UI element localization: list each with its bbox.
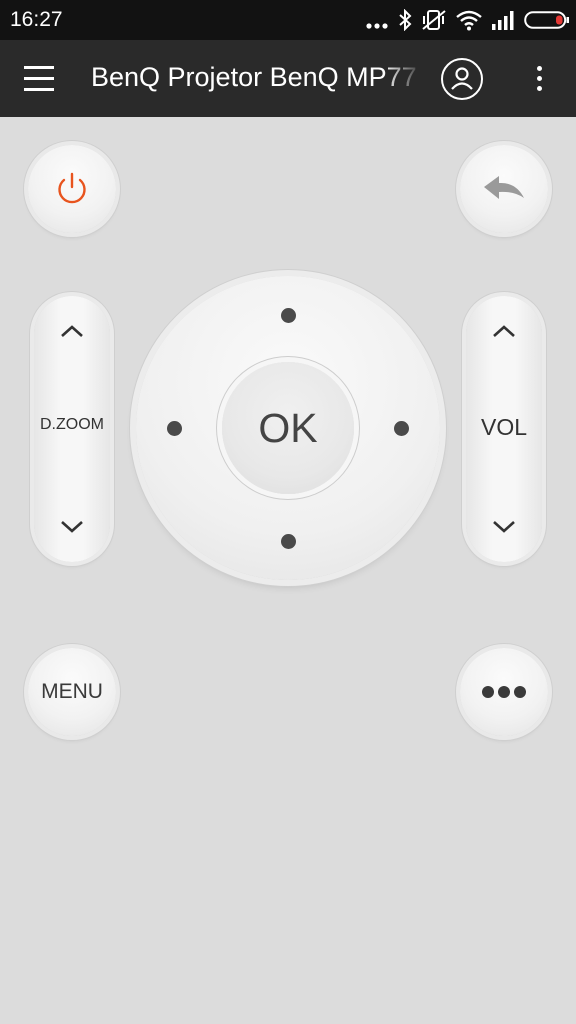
zoom-down-button[interactable] xyxy=(34,492,110,562)
back-button[interactable] xyxy=(460,145,548,233)
more-horizontal-icon xyxy=(482,686,526,698)
more-dots-icon xyxy=(366,23,388,29)
volume-rocker: VOL xyxy=(466,296,542,562)
status-time: 16:27 xyxy=(10,8,63,31)
dot-icon xyxy=(393,420,409,436)
dpad-down-button[interactable] xyxy=(258,511,318,571)
signal-icon xyxy=(492,11,514,30)
account-circle-icon[interactable] xyxy=(441,58,483,100)
page-title: BenQ Projetor BenQ MP77 xyxy=(91,62,417,92)
volume-down-button[interactable] xyxy=(466,492,542,562)
menu-label: MENU xyxy=(41,680,103,703)
chevron-up-icon xyxy=(493,325,515,337)
dpad-left-button[interactable] xyxy=(144,398,204,458)
more-button[interactable] xyxy=(460,648,548,736)
zoom-rocker: D.ZOOM xyxy=(34,296,110,562)
dot-icon xyxy=(166,420,182,436)
dpad-right-button[interactable] xyxy=(371,398,431,458)
volume-label: VOL xyxy=(480,414,528,440)
chevron-up-icon xyxy=(61,325,83,337)
power-button[interactable] xyxy=(28,145,116,233)
status-bar: 16:27 xyxy=(0,0,576,40)
dot-icon xyxy=(280,533,296,549)
vibrate-off-icon xyxy=(422,10,446,30)
battery-low-icon xyxy=(524,11,569,29)
app-bar: BenQ Projetor BenQ MP77 xyxy=(0,40,576,117)
hamburger-menu-icon[interactable] xyxy=(22,66,56,92)
power-icon xyxy=(58,172,86,204)
zoom-label: D.ZOOM xyxy=(40,416,104,433)
dot-icon xyxy=(280,307,296,323)
volume-up-button[interactable] xyxy=(466,296,542,366)
ok-button[interactable]: OK xyxy=(222,362,354,494)
wifi-icon xyxy=(456,10,482,31)
overflow-menu-icon[interactable] xyxy=(528,64,550,94)
zoom-up-button[interactable] xyxy=(34,296,110,366)
chevron-down-icon xyxy=(61,521,83,533)
back-arrow-icon xyxy=(484,176,524,199)
ok-label: OK xyxy=(258,404,318,451)
dpad-up-button[interactable] xyxy=(258,285,318,345)
bluetooth-icon xyxy=(399,9,412,31)
chevron-down-icon xyxy=(493,521,515,533)
menu-button[interactable]: MENU xyxy=(28,648,116,736)
